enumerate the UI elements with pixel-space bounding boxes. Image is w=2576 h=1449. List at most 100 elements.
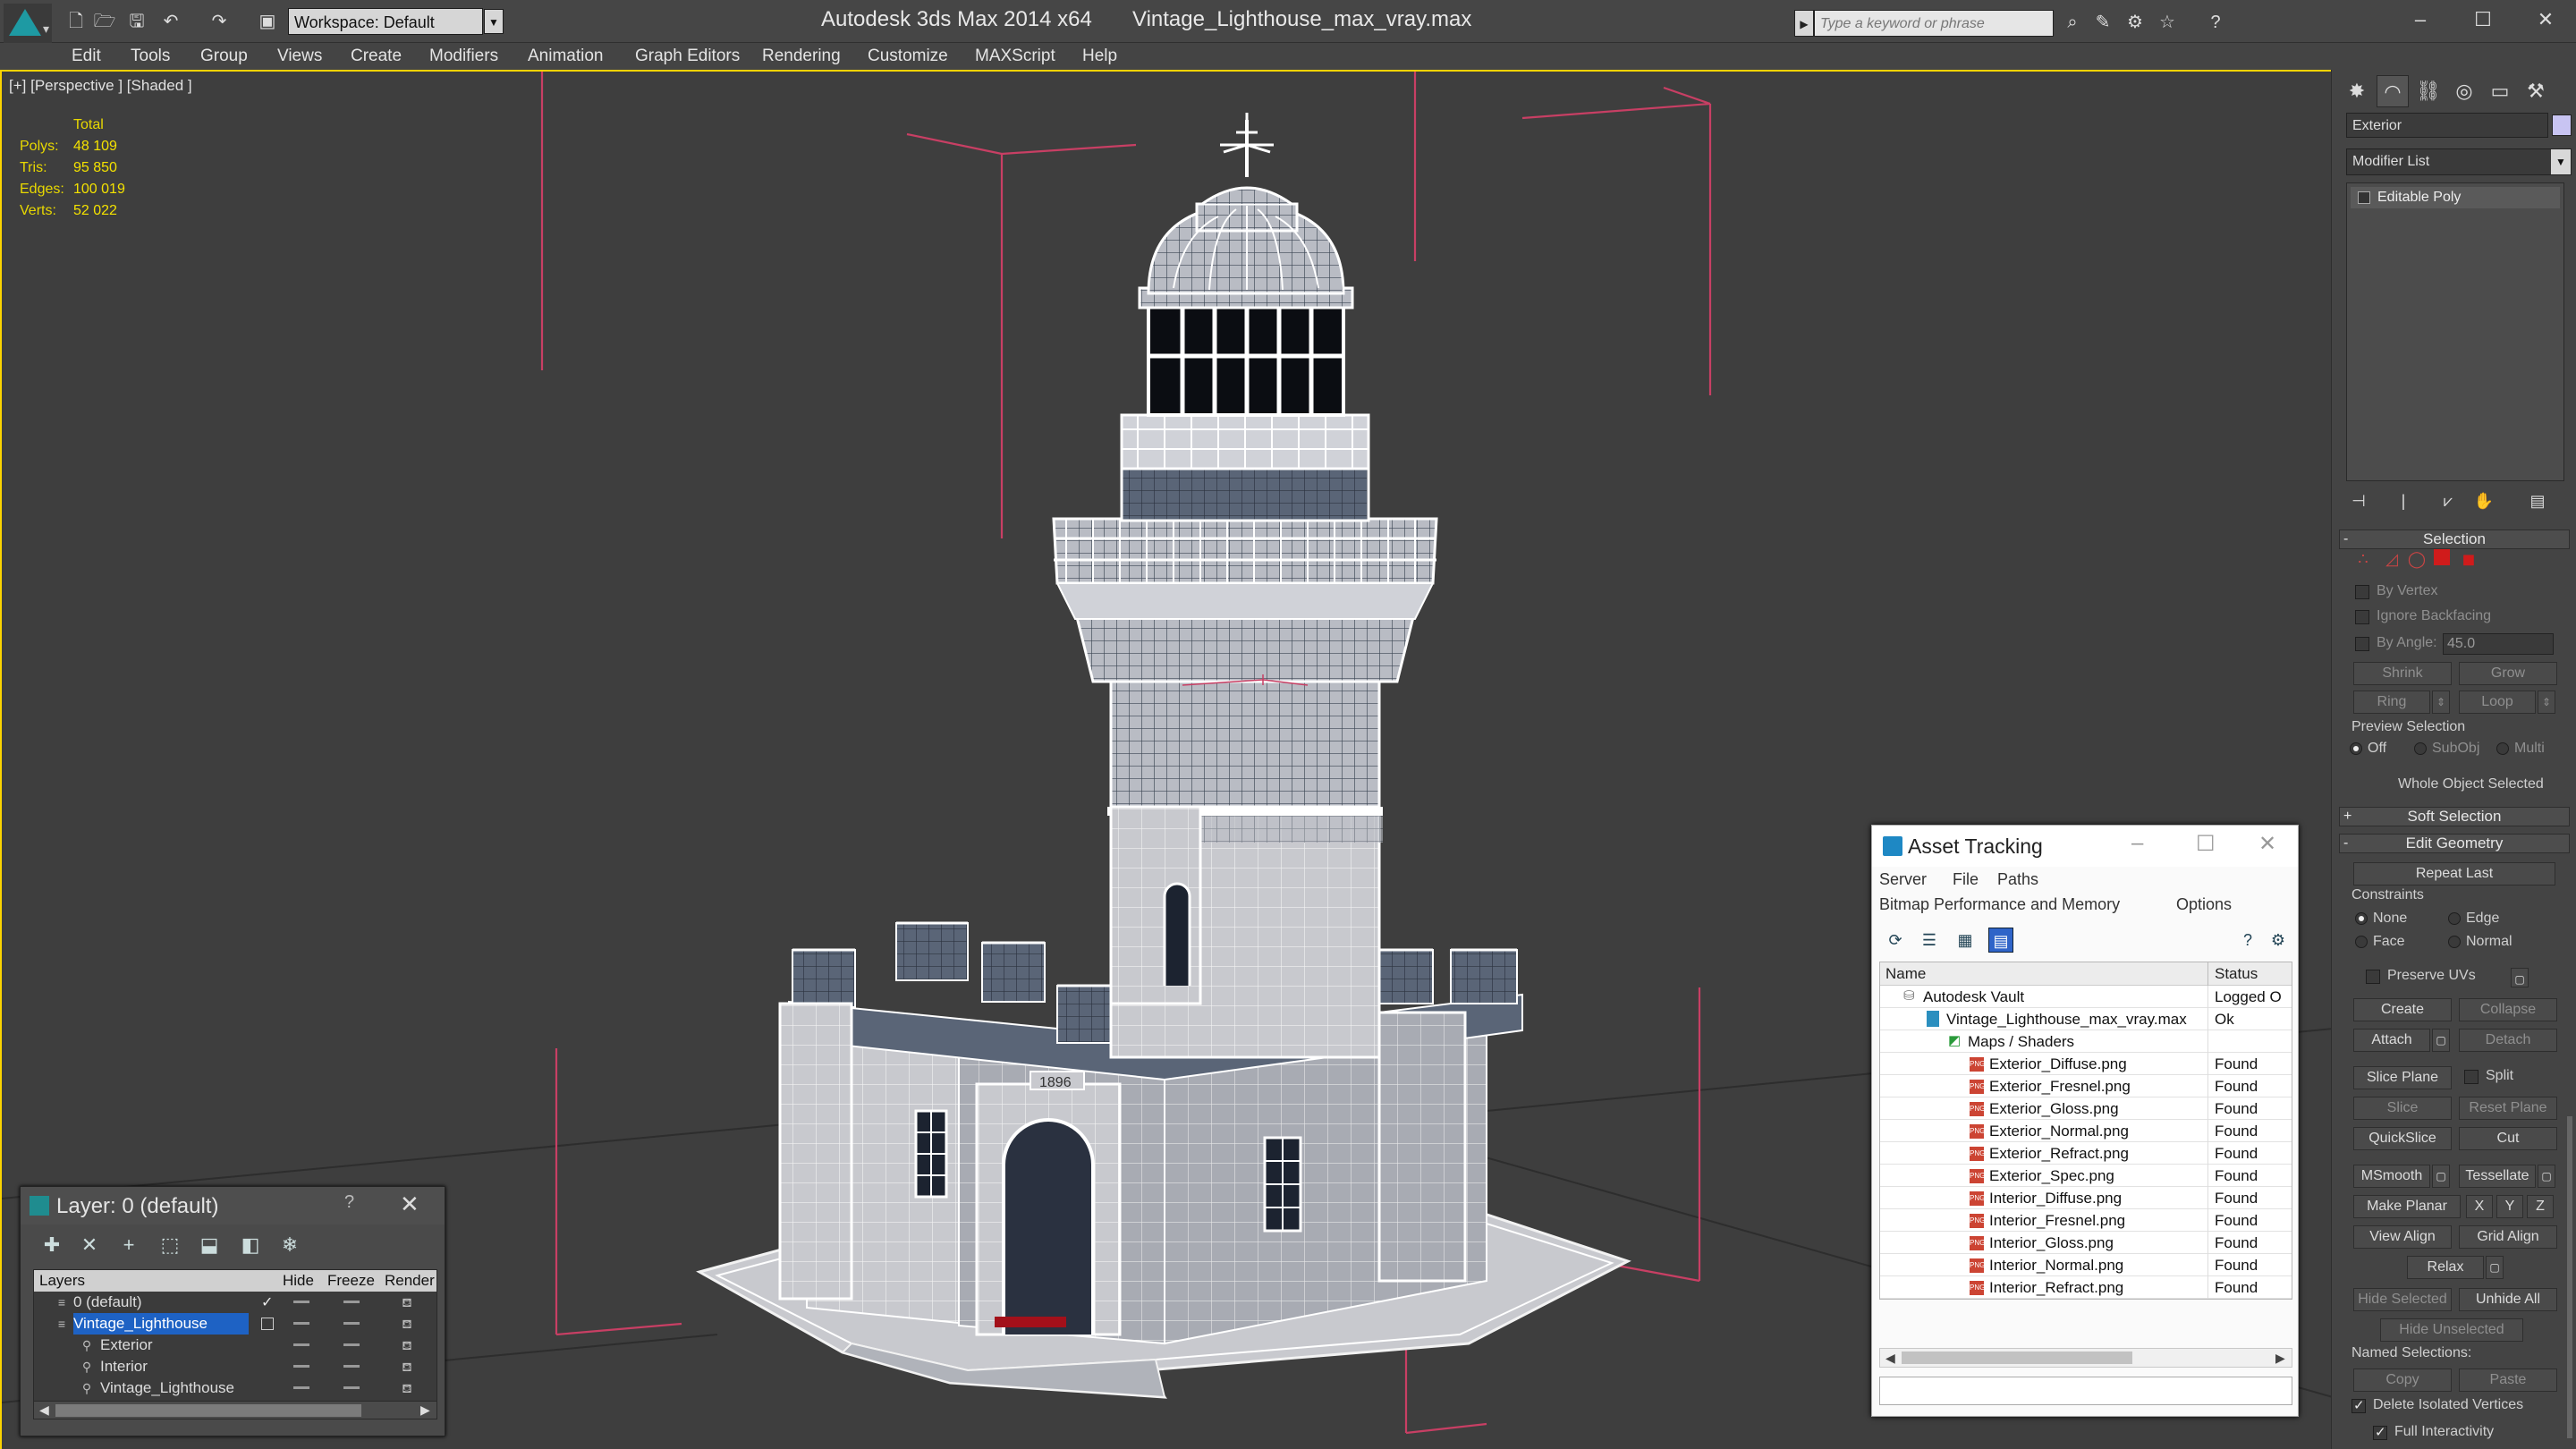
scroll-right-icon[interactable]: ▶ <box>2275 1351 2285 1366</box>
configure-sets-icon[interactable]: ▤ <box>2525 492 2550 515</box>
freeze-toggle[interactable] <box>343 1322 360 1325</box>
by-vertex-checkbox[interactable] <box>2355 585 2369 599</box>
menu-file[interactable]: File <box>1953 870 1979 889</box>
pin-stack-icon[interactable]: ⊣ <box>2346 492 2371 515</box>
save-icon[interactable]: 🖫 <box>125 11 148 32</box>
asset-tracking-titlebar[interactable]: Asset Tracking – ☐ ✕ <box>1872 826 2298 867</box>
close-icon[interactable]: ✕ <box>400 1191 419 1218</box>
open-file-icon[interactable]: 🗁 <box>93 11 116 32</box>
asset-row[interactable]: ◩ Maps / Shaders <box>1880 1030 2292 1053</box>
freeze-toggle[interactable] <box>343 1343 360 1346</box>
tessellate-settings-icon[interactable]: ▢ <box>2538 1165 2555 1188</box>
hide-toggle[interactable] <box>293 1343 309 1346</box>
menu-graph-editors[interactable]: Graph Editors <box>635 45 740 68</box>
asset-tracking-window[interactable]: Asset Tracking – ☐ ✕ Server File Paths B… <box>1871 825 2299 1417</box>
hide-toggle[interactable] <box>293 1301 309 1303</box>
create-tab-icon[interactable]: ✸ <box>2341 75 2373 107</box>
scroll-right-icon[interactable]: ▶ <box>420 1402 430 1418</box>
show-end-result-icon[interactable]: | <box>2391 492 2416 515</box>
constraint-face-radio[interactable] <box>2355 936 2368 948</box>
preserve-uvs-checkbox[interactable] <box>2366 970 2380 984</box>
asset-row[interactable]: PNG Interior_Fresnel.png Found <box>1880 1209 2292 1232</box>
checkmark-icon[interactable]: ✓ <box>261 1293 275 1310</box>
make-planar-button[interactable]: Make Planar <box>2353 1195 2461 1218</box>
render-teapot-icon[interactable]: ⛾ <box>399 1337 415 1353</box>
ignore-backfacing-checkbox[interactable] <box>2355 610 2369 624</box>
relax-settings-icon[interactable]: ▢ <box>2486 1256 2504 1279</box>
thumbnail-view-icon[interactable]: ▦ <box>1953 928 1978 953</box>
asset-row[interactable]: PNG Interior_Diffuse.png Found <box>1880 1187 2292 1209</box>
create-button[interactable]: Create <box>2353 998 2452 1021</box>
grow-button[interactable]: Grow <box>2459 662 2557 685</box>
render-teapot-icon[interactable]: ⛾ <box>399 1359 415 1375</box>
menu-customize[interactable]: Customize <box>868 45 948 68</box>
menu-views[interactable]: Views <box>277 45 322 68</box>
layer-row[interactable]: ≡ 0 (default) ✓ ⛾ <box>34 1292 436 1313</box>
column-status[interactable]: Status <box>2215 965 2258 983</box>
ring-spinner-icon[interactable]: ⇕ <box>2432 691 2450 714</box>
scrollbar-thumb[interactable] <box>1902 1352 2132 1364</box>
make-planar-x-button[interactable]: X <box>2466 1195 2493 1218</box>
app-menu-button[interactable]: ▾ <box>4 4 52 43</box>
column-layers[interactable]: Layers <box>39 1272 85 1290</box>
asset-row[interactable]: Vintage_Lighthouse_max_vray.max Ok <box>1880 1008 2292 1030</box>
settings-icon[interactable]: ⚙ <box>2266 928 2291 953</box>
menu-options[interactable]: Options <box>2176 895 2232 914</box>
render-teapot-icon[interactable]: ⛾ <box>399 1316 415 1332</box>
column-hide[interactable]: Hide <box>283 1272 314 1290</box>
freeze-toggle[interactable] <box>343 1301 360 1303</box>
help-icon[interactable]: ? <box>344 1192 354 1213</box>
menu-tools[interactable]: Tools <box>131 45 170 68</box>
menu-rendering[interactable]: Rendering <box>762 45 841 68</box>
asset-row[interactable]: PNG Exterior_Refract.png Found <box>1880 1142 2292 1165</box>
minimize-icon[interactable]: – <box>2394 4 2447 36</box>
search-input[interactable]: Type a keyword or phrase <box>1814 10 2054 37</box>
grid-align-button[interactable]: Grid Align <box>2459 1225 2557 1249</box>
collapse-button[interactable]: Collapse <box>2459 998 2557 1021</box>
menu-create[interactable]: Create <box>351 45 402 68</box>
asset-row[interactable]: PNG Exterior_Spec.png Found <box>1880 1165 2292 1187</box>
tessellate-button[interactable]: Tessellate <box>2459 1165 2536 1188</box>
relax-button[interactable]: Relax <box>2407 1256 2484 1279</box>
refresh-icon[interactable]: ⟳ <box>1883 928 1908 953</box>
vertex-mode-icon[interactable]: ∴ <box>2353 549 2373 569</box>
constraint-normal-radio[interactable] <box>2448 936 2461 948</box>
delete-isolated-checkbox[interactable] <box>2351 1397 2366 1413</box>
layer-row[interactable]: ⚲ Interior ⛾ <box>34 1356 436 1377</box>
project-folder-icon[interactable]: ▣ <box>256 11 279 32</box>
column-name[interactable]: Name <box>1885 965 1926 983</box>
quickslice-button[interactable]: QuickSlice <box>2353 1127 2452 1150</box>
selection-rollout-header[interactable]: - Selection <box>2339 530 2570 549</box>
new-file-icon[interactable]: 🗋 <box>64 11 88 32</box>
constraint-edge-radio[interactable] <box>2448 912 2461 925</box>
make-planar-z-button[interactable]: Z <box>2527 1195 2554 1218</box>
shrink-button[interactable]: Shrink <box>2353 662 2452 685</box>
menu-group[interactable]: Group <box>200 45 248 68</box>
freeze-toggle[interactable] <box>343 1386 360 1389</box>
scroll-left-icon[interactable]: ◀ <box>1885 1351 1895 1366</box>
scrollbar-thumb[interactable] <box>55 1404 361 1417</box>
paste-button[interactable]: Paste <box>2459 1368 2557 1392</box>
display-tab-icon[interactable]: ▭ <box>2484 75 2516 107</box>
highlight-layer-icon[interactable]: ⬓ <box>196 1232 223 1258</box>
layer-explorer-window[interactable]: Layer: 0 (default) ? ✕ ✚ ✕ + ⬚ ⬓ ◧ ❄ Lay… <box>20 1186 445 1436</box>
column-render[interactable]: Render <box>385 1272 435 1290</box>
chevron-down-icon[interactable]: ▼ <box>484 9 504 34</box>
subscription-icon[interactable]: ✎ <box>2089 11 2116 34</box>
freeze-toggle[interactable] <box>343 1365 360 1368</box>
layer-window-titlebar[interactable]: Layer: 0 (default) ? ✕ <box>21 1187 445 1224</box>
make-unique-icon[interactable]: ⩗ <box>2436 492 2461 515</box>
render-teapot-icon[interactable]: ⛾ <box>399 1380 415 1396</box>
create-layer-icon[interactable]: ✚ <box>38 1232 65 1258</box>
select-objects-icon[interactable]: ⬚ <box>157 1232 183 1258</box>
menu-help[interactable]: Help <box>1082 45 1117 68</box>
scroll-left-icon[interactable]: ◀ <box>39 1402 49 1418</box>
asset-row[interactable]: PNG Exterior_Diffuse.png Found <box>1880 1053 2292 1075</box>
unhide-all-button[interactable]: Unhide All <box>2459 1288 2557 1311</box>
remove-modifier-icon[interactable]: ✋ <box>2471 492 2496 515</box>
view-align-button[interactable]: View Align <box>2353 1225 2452 1249</box>
menu-server[interactable]: Server <box>1879 870 1927 889</box>
modify-tab-icon[interactable]: ◠ <box>2377 75 2409 107</box>
redo-icon[interactable]: ↷ <box>208 11 231 32</box>
preserve-uvs-settings-icon[interactable]: ▢ <box>2511 968 2529 987</box>
